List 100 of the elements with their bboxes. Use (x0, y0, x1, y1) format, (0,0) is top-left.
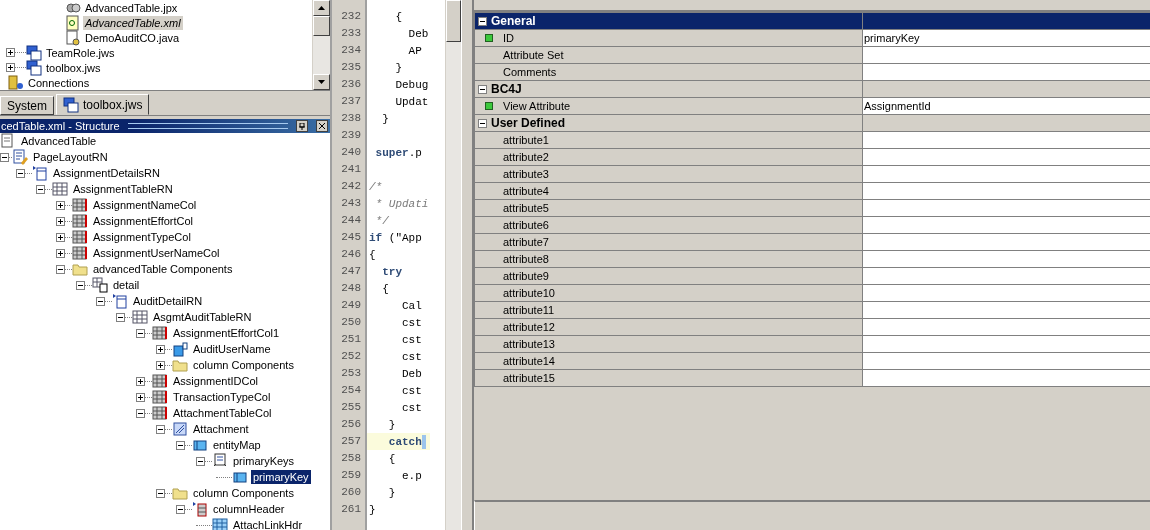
tree-toggle[interactable] (136, 408, 145, 418)
property-value-field[interactable] (863, 132, 1150, 149)
pin-button[interactable] (296, 120, 308, 132)
navigator-item[interactable]: AdvancedTable.jpx (83, 0, 180, 15)
navigator-item[interactable]: TeamRole.jws (44, 45, 117, 60)
tree-toggle[interactable] (156, 360, 165, 370)
tree-item[interactable]: TransactionTypeCol (171, 390, 273, 404)
property-value-field[interactable] (863, 370, 1150, 387)
tree-item[interactable]: AsgmtAuditTableRN (151, 310, 254, 324)
tree-item[interactable]: column Components (191, 358, 296, 372)
line-number: 248 (340, 281, 362, 296)
tab[interactable]: System (0, 96, 54, 115)
navigator-item[interactable]: Connections (26, 75, 92, 90)
tree-toggle[interactable] (56, 264, 65, 274)
tree-toggle[interactable] (56, 200, 65, 210)
code-editor[interactable] (332, 0, 445, 530)
tree-item[interactable]: primaryKeys (231, 454, 297, 468)
close-button[interactable] (316, 120, 328, 132)
tree-toggle[interactable] (6, 48, 15, 57)
tree-toggle[interactable] (76, 280, 85, 290)
scroll-up-button[interactable] (313, 0, 330, 16)
tree-item[interactable]: primaryKey (251, 470, 311, 484)
code-scrollbar[interactable] (445, 0, 461, 530)
tree-toggle[interactable] (56, 232, 65, 242)
line-number: 242 (340, 179, 362, 194)
tree-item[interactable]: AssignmentTableRN (71, 182, 175, 196)
property-value-field[interactable] (863, 149, 1150, 166)
tree-toggle[interactable] (196, 456, 205, 466)
tree-toggle[interactable] (56, 216, 65, 226)
tree-toggle[interactable] (478, 16, 487, 26)
property-value-field[interactable] (863, 285, 1150, 302)
tree-toggle[interactable] (0, 152, 9, 162)
tree-toggle[interactable] (136, 376, 145, 386)
tree-toggle[interactable] (16, 168, 25, 178)
section-header[interactable]: User Defined (475, 115, 1150, 132)
property-value-field[interactable] (863, 268, 1150, 285)
tree-toggle[interactable] (156, 488, 165, 498)
tree-item[interactable]: AttachLinkHdr (231, 518, 305, 530)
section-header[interactable]: General (475, 13, 1150, 30)
scroll-down-button[interactable] (313, 74, 330, 90)
property-value-field[interactable] (863, 217, 1150, 234)
tree-item[interactable]: columnHeader (211, 502, 287, 516)
splitter[interactable] (461, 0, 474, 530)
tree-toggle[interactable] (176, 440, 185, 450)
property-value-field[interactable] (863, 319, 1150, 336)
scroll-thumb[interactable] (313, 16, 330, 36)
tree-toggle[interactable] (156, 344, 165, 354)
navigator-item[interactable]: AdvancedTable.xml (83, 15, 183, 30)
tree-item[interactable]: AuditUserName (191, 342, 273, 356)
tree-toggle[interactable] (176, 504, 185, 514)
tree-toggle[interactable] (156, 424, 165, 434)
tree-item[interactable]: detail (111, 278, 142, 292)
navigator-item[interactable]: toolbox.jws (44, 60, 103, 75)
column-header-icon (192, 501, 208, 517)
tab[interactable]: toolbox.jws (56, 94, 150, 115)
tree-toggle[interactable] (136, 392, 145, 402)
tree-toggle[interactable] (56, 248, 65, 258)
tree-item[interactable]: entityMap (211, 438, 263, 452)
tree-toggle[interactable] (36, 184, 45, 194)
tree-item[interactable]: AssignmentUserNameCol (91, 246, 222, 260)
tree-item[interactable]: AuditDetailRN (131, 294, 205, 308)
property-value-field[interactable] (863, 47, 1150, 64)
property-value-field[interactable] (863, 166, 1150, 183)
property-value-field[interactable] (863, 353, 1150, 370)
tree-item[interactable]: PageLayoutRN (31, 150, 110, 164)
tree-toggle[interactable] (136, 328, 145, 338)
tree-toggle[interactable] (96, 296, 105, 306)
property-value-field[interactable] (863, 336, 1150, 353)
scroll-thumb[interactable] (446, 0, 461, 42)
property-value-field[interactable] (863, 234, 1150, 251)
tree-item[interactable]: AdvancedTable (19, 134, 99, 148)
tree-toggle[interactable] (478, 84, 487, 94)
tree-item[interactable]: AssignmentDetailsRN (51, 166, 162, 180)
tree-item[interactable]: AssignmentEffortCol (91, 214, 196, 228)
section-header[interactable]: BC4J (475, 81, 1150, 98)
tree-item[interactable]: column Components (191, 486, 296, 500)
tree-item[interactable]: advancedTable Components (91, 262, 235, 276)
code-line: } (387, 418, 396, 431)
tree-toggle[interactable] (478, 118, 487, 128)
line-number: 258 (340, 451, 362, 466)
property-value-field[interactable]: primaryKey (863, 30, 1150, 47)
property-value-field[interactable] (863, 200, 1150, 217)
column-icon (152, 373, 168, 389)
tree-item[interactable]: AssignmentIDCol (171, 374, 260, 388)
column-icon (152, 325, 168, 341)
tree-item[interactable]: AssignmentTypeCol (91, 230, 193, 244)
tree-toggle[interactable] (6, 63, 15, 72)
navigator-item[interactable]: DemoAuditCO.java (83, 30, 182, 45)
scrollbar[interactable] (312, 0, 330, 90)
property-value-field[interactable] (863, 64, 1150, 81)
tree-toggle[interactable] (116, 312, 125, 322)
tree-item[interactable]: AttachmentTableCol (171, 406, 274, 420)
property-value-field[interactable] (863, 251, 1150, 268)
property-value-field[interactable]: AssignmentId (863, 98, 1150, 115)
property-value-field[interactable] (863, 183, 1150, 200)
tree-item[interactable]: Attachment (191, 422, 251, 436)
property-value-field[interactable] (863, 302, 1150, 319)
folder-icon (172, 357, 188, 373)
tree-item[interactable]: AssignmentEffortCol1 (171, 326, 282, 340)
tree-item[interactable]: AssignmentNameCol (91, 198, 199, 212)
